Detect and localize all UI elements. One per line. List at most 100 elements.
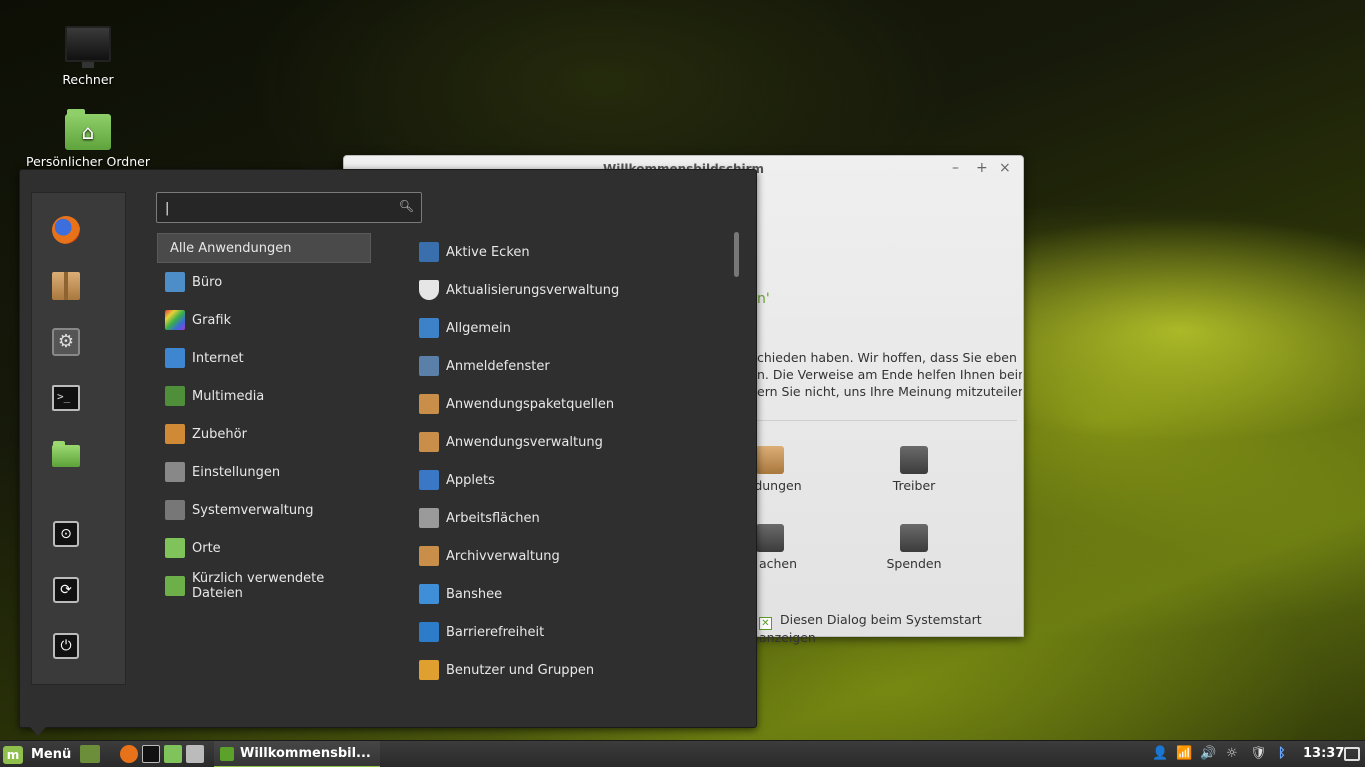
category-multimedia[interactable]: Multimedia: [157, 381, 371, 411]
minimize-button[interactable]: –: [952, 160, 959, 176]
app-list-scrollbar[interactable]: [734, 232, 739, 277]
category-label: Zubehör: [192, 426, 247, 442]
close-button[interactable]: ×: [999, 160, 1011, 176]
recent-files-icon: [165, 576, 185, 596]
user-icon[interactable]: 👤: [1152, 745, 1168, 763]
app-label: Anwendungsverwaltung: [446, 434, 603, 450]
search-input[interactable]: [165, 199, 385, 217]
app-users-and-groups[interactable]: Benutzer und Gruppen: [419, 655, 719, 685]
category-label: Einstellungen: [192, 464, 281, 480]
app-general[interactable]: Allgemein: [419, 313, 719, 343]
app-label: Aktive Ecken: [446, 244, 530, 260]
banshee-icon: [419, 584, 439, 604]
maximize-button[interactable]: +: [976, 160, 988, 176]
app-label: Anmeldefenster: [446, 358, 550, 374]
category-label: Alle Anwendungen: [170, 240, 292, 256]
desktop-icon-label: Persönlicher Ordner: [26, 154, 150, 169]
accessibility-icon: [419, 622, 439, 642]
app-label: Aktualisierungsverwaltung: [446, 282, 620, 298]
logout-button[interactable]: ⟳: [51, 575, 81, 605]
tile-label: dungen: [754, 478, 802, 493]
help-icon: [756, 524, 784, 552]
wifi-icon[interactable]: 📶: [1176, 745, 1192, 763]
body-line: n. Die Verweise am Ende helfen Ihnen bei…: [757, 367, 1022, 382]
category-office[interactable]: Büro: [157, 267, 371, 297]
checkbox-check-icon: ✕: [759, 617, 772, 630]
app-workspaces[interactable]: Arbeitsflächen: [419, 503, 719, 533]
category-administration[interactable]: Systemverwaltung: [157, 495, 371, 525]
multimedia-icon: [165, 386, 185, 406]
body-line: ern Sie nicht, uns Ihre Meinung mitzutei…: [757, 384, 1022, 399]
divider: [757, 420, 1017, 421]
welcome-body: chieden haben. Wir hoffen, dass Sie eben…: [757, 349, 1022, 400]
package-icon: [756, 446, 784, 474]
favorite-system-settings[interactable]: ⚙: [51, 327, 81, 357]
app-accessibility[interactable]: Barrierefreiheit: [419, 617, 719, 647]
category-label: Orte: [192, 540, 221, 556]
firefox-launcher-icon[interactable]: [120, 745, 138, 763]
favorite-terminal[interactable]: >_: [51, 383, 81, 413]
taskbar-item-welcome[interactable]: Willkommensbil...: [214, 741, 380, 767]
startup-checkbox[interactable]: ✕ Diesen Dialog beim Systemstart anzeigen: [759, 612, 1023, 645]
menu-button[interactable]: m Menü: [3, 743, 71, 766]
search-box[interactable]: 🔍︎: [156, 192, 422, 223]
category-all-applications[interactable]: Alle Anwendungen: [157, 233, 371, 263]
favorite-software-manager[interactable]: [51, 271, 81, 301]
applets-icon: [419, 470, 439, 490]
update-shield-icon[interactable]: 🛡: [1250, 745, 1267, 763]
terminal-launcher-icon[interactable]: [142, 745, 160, 763]
tile-drivers[interactable]: Treiber: [884, 446, 944, 493]
task-label: Willkommensbil...: [240, 746, 371, 761]
users-icon: [419, 660, 439, 680]
settings-icon: [165, 462, 185, 482]
category-label: Systemverwaltung: [192, 502, 314, 518]
shield-icon: [419, 280, 439, 300]
power-off-icon: ⏻: [53, 633, 79, 659]
files-launcher-icon[interactable]: [164, 745, 182, 763]
calculator-launcher-icon[interactable]: [186, 745, 204, 763]
app-label: Applets: [446, 472, 495, 488]
tile-help[interactable]: achen: [748, 524, 808, 571]
category-accessories[interactable]: Zubehör: [157, 419, 371, 449]
desktop-icon-label: Rechner: [62, 72, 114, 87]
app-applets[interactable]: Applets: [419, 465, 719, 495]
bluetooth-icon[interactable]: ᛒ: [1278, 745, 1286, 763]
tile-applications[interactable]: dungen: [748, 446, 808, 493]
favorite-firefox[interactable]: [51, 215, 81, 245]
brightness-icon[interactable]: ☼: [1226, 745, 1238, 763]
places-folder-icon: [165, 538, 185, 558]
app-update-manager[interactable]: Aktualisierungsverwaltung: [419, 275, 719, 305]
login-window-icon: [419, 356, 439, 376]
search-icon[interactable]: 🔍︎: [399, 199, 414, 213]
accessories-icon: [165, 424, 185, 444]
volume-icon[interactable]: 🔊: [1200, 745, 1216, 763]
app-software-manager[interactable]: Anwendungsverwaltung: [419, 427, 719, 457]
app-label: Anwendungspaketquellen: [446, 396, 615, 412]
administration-icon: [165, 500, 185, 520]
desktop-icon-computer[interactable]: Rechner: [13, 26, 163, 87]
category-graphics[interactable]: Grafik: [157, 305, 371, 335]
lock-screen-icon: ⊙: [53, 521, 79, 547]
category-recent-files[interactable]: Kürzlich verwendete Dateien: [157, 571, 371, 601]
app-software-sources[interactable]: Anwendungspaketquellen: [419, 389, 719, 419]
category-settings[interactable]: Einstellungen: [157, 457, 371, 487]
power-off-button[interactable]: ⏻: [51, 631, 81, 661]
category-label: Grafik: [192, 312, 232, 328]
category-internet[interactable]: Internet: [157, 343, 371, 373]
app-login-window[interactable]: Anmeldefenster: [419, 351, 719, 381]
category-places[interactable]: Orte: [157, 533, 371, 563]
app-banshee[interactable]: Banshee: [419, 579, 719, 609]
bottom-panel: m Menü Willkommensbil... 👤 📶 🔊 ☼ 🛡 ᛒ 13:…: [0, 740, 1365, 767]
computer-icon: [65, 26, 111, 68]
app-archive-manager[interactable]: Archivverwaltung: [419, 541, 719, 571]
lock-screen-button[interactable]: ⊙: [51, 519, 81, 549]
window-list-icon[interactable]: [1344, 747, 1360, 761]
desktop-icon-home[interactable]: ⌂ Persönlicher Ordner: [13, 109, 163, 169]
tile-donate[interactable]: Spenden: [884, 524, 944, 571]
show-desktop-icon[interactable]: [80, 745, 100, 763]
home-folder-icon: ⌂: [65, 109, 111, 150]
clock[interactable]: 13:37: [1303, 745, 1344, 763]
app-hot-corners[interactable]: Aktive Ecken: [419, 237, 719, 267]
system-settings-icon: ⚙: [52, 328, 80, 356]
favorite-files[interactable]: [51, 441, 81, 471]
